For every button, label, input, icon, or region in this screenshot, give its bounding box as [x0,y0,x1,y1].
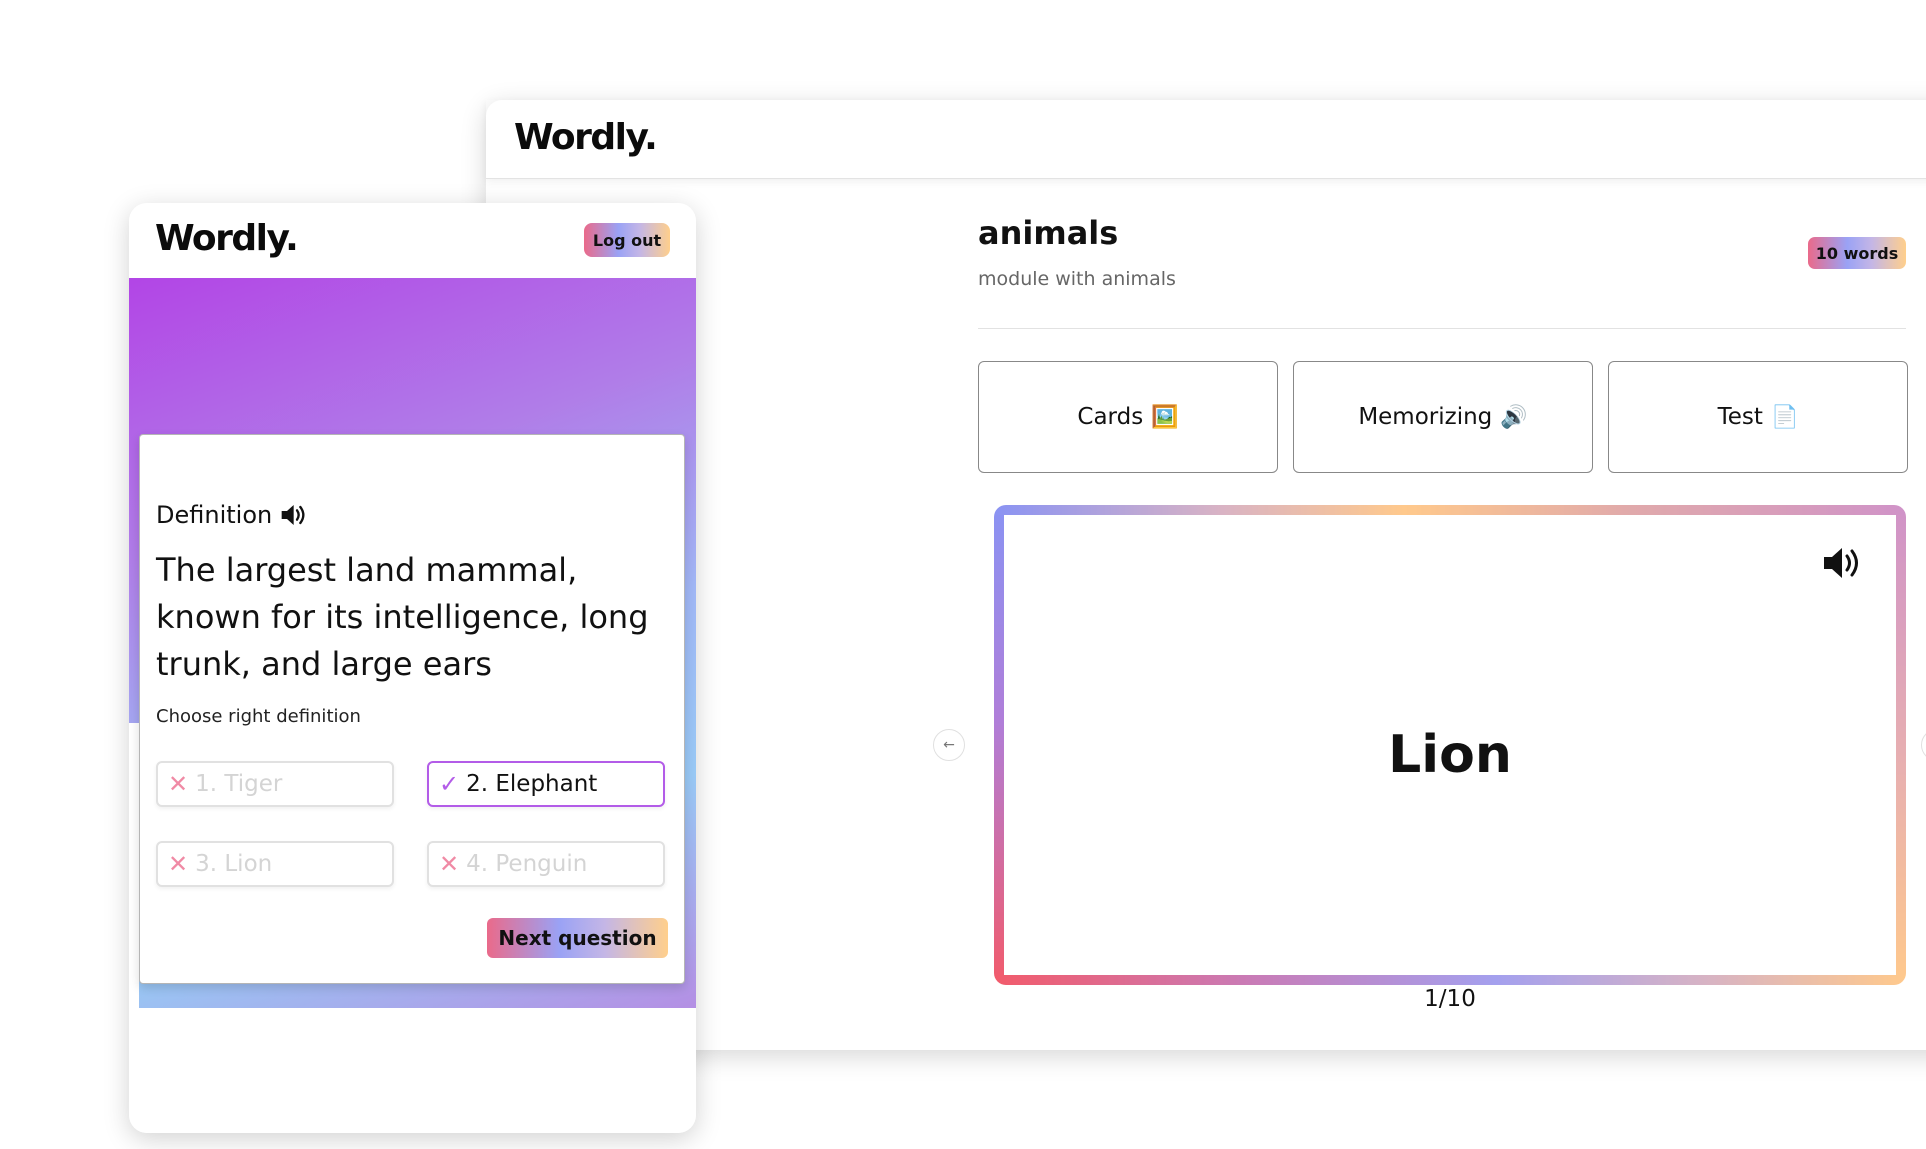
tab-test-label: Test [1717,404,1763,430]
answer-option-text: 4. Penguin [466,851,588,877]
cross-icon: ✕ [168,850,189,878]
next-question-button[interactable]: Next question [487,918,668,958]
answer-option-4[interactable]: ✕ 4. Penguin [427,841,665,887]
answer-option-text: 3. Lion [195,851,273,877]
flashcard-face[interactable]: Lion [1004,515,1896,975]
picture-icon: 🖼️ [1151,404,1179,430]
answer-option-text: 2. Elephant [466,771,598,797]
tab-memorizing-label: Memorizing [1358,404,1493,430]
desktop-logo[interactable]: Wordly. [514,117,658,158]
banner-edge [129,723,139,1008]
desktop-window: Wordly. animals module with animals 10 w… [486,100,1926,1050]
tab-cards[interactable]: Cards 🖼️ [978,361,1278,473]
divider [978,328,1906,329]
cross-icon: ✕ [439,850,460,878]
tab-test[interactable]: Test 📄 [1608,361,1908,473]
speaker-icon[interactable] [280,503,310,527]
module-title: animals [978,214,1119,252]
speaker-icon[interactable] [1822,545,1866,581]
mobile-header: Wordly. Log out [129,203,696,278]
logout-button[interactable]: Log out [584,223,670,257]
speaker-emoji-icon: 🔊 [1500,404,1528,430]
card-counter: 1/10 [1424,986,1476,1012]
module-description: module with animals [978,268,1176,290]
definition-label-text: Definition [156,501,273,529]
answer-option-1[interactable]: ✕ 1. Tiger [156,761,394,807]
check-icon: ✓ [439,770,460,798]
answer-option-2[interactable]: ✓ 2. Elephant [427,761,665,807]
arrow-left-icon: ← [943,737,955,753]
flashcard-word: Lion [1388,725,1512,785]
tab-cards-label: Cards [1077,404,1144,430]
definition-text: The largest land mammal, known for its i… [156,551,649,683]
quiz-card: Definition The largest land mammal, know… [139,434,685,984]
mobile-logo[interactable]: Wordly. [155,218,299,259]
next-card-button[interactable]: → [1921,729,1926,761]
mobile-window: Wordly. Log out Definition The largest l… [129,203,696,1133]
answer-option-text: 1. Tiger [195,771,283,797]
prev-card-button[interactable]: ← [933,729,965,761]
cross-icon: ✕ [168,770,189,798]
quiz-hint: Choose right definition [156,706,361,727]
mobile-footer-area [129,1008,696,1133]
flashcard[interactable]: Lion [994,505,1906,985]
definition-label: Definition [156,501,310,529]
answer-option-3[interactable]: ✕ 3. Lion [156,841,394,887]
word-count-badge: 10 words [1808,237,1906,269]
desktop-header: Wordly. [486,100,1926,179]
document-icon: 📄 [1770,404,1799,430]
tab-memorizing[interactable]: Memorizing 🔊 [1293,361,1593,473]
